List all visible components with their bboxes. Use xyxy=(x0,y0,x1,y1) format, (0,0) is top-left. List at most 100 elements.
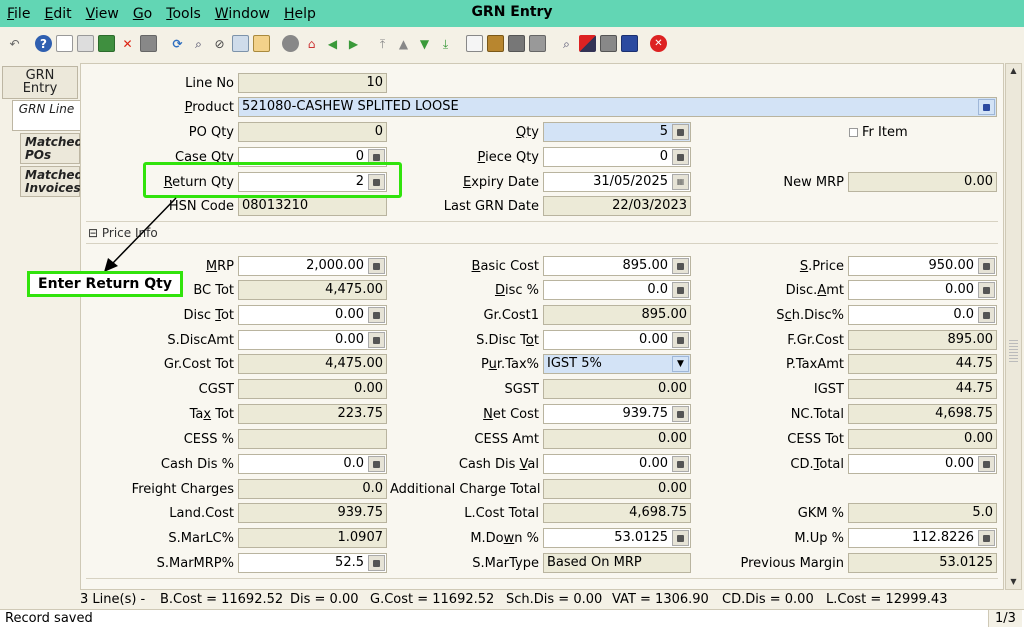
cash-dis-pct-field[interactable]: 0.0 xyxy=(238,454,387,474)
menu-view[interactable]: View xyxy=(79,6,126,22)
up-icon[interactable]: ▲ xyxy=(395,35,412,52)
sch-disc-calc-button[interactable] xyxy=(978,307,995,323)
sgst-field[interactable]: 0.00 xyxy=(543,379,691,399)
last-icon[interactable]: ⤓ xyxy=(437,35,454,52)
price-info-header[interactable]: ⊟ Price Info xyxy=(88,226,158,240)
qty-calc-button[interactable] xyxy=(672,124,689,140)
gr-cost-tot-field[interactable]: 4,475.00 xyxy=(238,354,387,374)
s-marmrp-calc-button[interactable] xyxy=(368,555,385,571)
p-tax-amt-field[interactable]: 44.75 xyxy=(848,354,997,374)
back-icon[interactable]: ◀ xyxy=(324,35,341,52)
refresh-icon[interactable]: ⟳ xyxy=(169,35,186,52)
cess-pct-field[interactable] xyxy=(238,429,387,449)
cd-total-calc-button[interactable] xyxy=(978,456,995,472)
last-grn-date-field[interactable]: 22/03/2023 xyxy=(543,196,691,216)
s-disc-tot-calc-button[interactable] xyxy=(672,332,689,348)
bc-tot-field[interactable]: 4,475.00 xyxy=(238,280,387,300)
cess-amt-field[interactable]: 0.00 xyxy=(543,429,691,449)
split-icon[interactable] xyxy=(579,35,596,52)
gr-cost1-field[interactable]: 895.00 xyxy=(543,305,691,325)
m-down-calc-button[interactable] xyxy=(672,530,689,546)
cgst-field[interactable]: 0.00 xyxy=(238,379,387,399)
menu-file[interactable]: File xyxy=(0,6,37,22)
piece-qty-calc-button[interactable] xyxy=(672,149,689,165)
net-cost-calc-button[interactable] xyxy=(672,406,689,422)
s-price-field[interactable]: 950.00 xyxy=(848,256,997,276)
pur-tax-select[interactable]: IGST 5% ▼ xyxy=(543,354,691,374)
archive-icon[interactable] xyxy=(487,35,504,52)
cash-dis-pct-calc-button[interactable] xyxy=(368,456,385,472)
tab-grn-line[interactable]: GRN Line xyxy=(12,100,80,131)
s-martype-field[interactable]: Based On MRP xyxy=(543,553,691,573)
link-icon[interactable] xyxy=(232,35,249,52)
product-lookup-button[interactable] xyxy=(978,99,995,115)
find-icon[interactable]: ⌕ xyxy=(190,35,207,52)
tax-tot-field[interactable]: 223.75 xyxy=(238,404,387,424)
cash-dis-val-field[interactable]: 0.00 xyxy=(543,454,691,474)
vertical-scrollbar[interactable]: ▲ ▼ xyxy=(1005,63,1022,590)
chevron-down-icon[interactable]: ▼ xyxy=(672,356,689,372)
qty-field[interactable]: 5 xyxy=(543,122,691,142)
disc-tot-calc-button[interactable] xyxy=(368,307,385,323)
basic-cost-calc-button[interactable] xyxy=(672,258,689,274)
disc-pct-calc-button[interactable] xyxy=(672,282,689,298)
basic-cost-field[interactable]: 895.00 xyxy=(543,256,691,276)
scroll-grip[interactable] xyxy=(1009,340,1018,364)
land-cost-field[interactable]: 939.75 xyxy=(238,503,387,523)
expiry-date-field[interactable]: 31/05/2025 ▦ xyxy=(543,172,691,192)
gkm-pct-field[interactable]: 5.0 xyxy=(848,503,997,523)
save-icon[interactable] xyxy=(98,35,115,52)
scroll-down-icon[interactable]: ▼ xyxy=(1006,575,1021,589)
book-icon[interactable] xyxy=(621,35,638,52)
printer-icon[interactable] xyxy=(508,35,525,52)
attach-icon[interactable]: ⊘ xyxy=(211,35,228,52)
disc-tot-field[interactable]: 0.00 xyxy=(238,305,387,325)
piece-qty-field[interactable]: 0 xyxy=(543,147,691,167)
tab-grn-entry[interactable]: GRN Entry xyxy=(2,66,78,99)
disc-pct-field[interactable]: 0.0 xyxy=(543,280,691,300)
close-icon[interactable]: ✕ xyxy=(650,35,667,52)
product-field[interactable]: 521080-CASHEW SPLITED LOOSE xyxy=(238,97,997,117)
undo-icon[interactable]: ↶ xyxy=(6,35,23,52)
forward-icon[interactable]: ▶ xyxy=(345,35,362,52)
printer2-icon[interactable] xyxy=(529,35,546,52)
m-down-field[interactable]: 53.0125 xyxy=(543,528,691,548)
help-icon[interactable]: ? xyxy=(35,35,52,52)
fr-item-checkbox[interactable] xyxy=(849,128,858,137)
sch-disc-field[interactable]: 0.0 xyxy=(848,305,997,325)
document-icon[interactable] xyxy=(466,35,483,52)
mrp-calc-button[interactable] xyxy=(368,258,385,274)
stack-icon[interactable] xyxy=(600,35,617,52)
freight-field[interactable]: 0.0 xyxy=(238,479,387,499)
menu-edit[interactable]: Edit xyxy=(37,6,78,22)
l-cost-total-field[interactable]: 4,698.75 xyxy=(543,503,691,523)
s-disc-amt-field[interactable]: 0.00 xyxy=(238,330,387,350)
scroll-up-icon[interactable]: ▲ xyxy=(1006,64,1021,78)
down-icon[interactable]: ▼ xyxy=(416,35,433,52)
s-disc-amt-calc-button[interactable] xyxy=(368,332,385,348)
nc-total-field[interactable]: 4,698.75 xyxy=(848,404,997,424)
igst-field[interactable]: 44.75 xyxy=(848,379,997,399)
hsn-code-field[interactable]: 08013210 xyxy=(238,196,387,216)
zoom-icon[interactable]: ⌕ xyxy=(558,35,575,52)
disc-amt-field[interactable]: 0.00 xyxy=(848,280,997,300)
f-gr-cost-field[interactable]: 895.00 xyxy=(848,330,997,350)
menu-tools[interactable]: Tools xyxy=(159,6,208,22)
cd-total-field[interactable]: 0.00 xyxy=(848,454,997,474)
print-icon[interactable] xyxy=(140,35,157,52)
line-no-field[interactable]: 10 xyxy=(238,73,387,93)
s-disc-tot-field[interactable]: 0.00 xyxy=(543,330,691,350)
menu-window[interactable]: Window xyxy=(208,6,277,22)
new-icon[interactable] xyxy=(56,35,73,52)
record-icon[interactable] xyxy=(282,35,299,52)
s-marmrp-field[interactable]: 52.5 xyxy=(238,553,387,573)
add-charge-total-field[interactable]: 0.00 xyxy=(543,479,691,499)
s-price-calc-button[interactable] xyxy=(978,258,995,274)
tab-matched-invoices[interactable]: Matched Invoices xyxy=(20,166,83,197)
report-icon[interactable] xyxy=(253,35,270,52)
m-up-field[interactable]: 112.8226 xyxy=(848,528,997,548)
mrp-field[interactable]: 2,000.00 xyxy=(238,256,387,276)
net-cost-field[interactable]: 939.75 xyxy=(543,404,691,424)
copy-icon[interactable] xyxy=(77,35,94,52)
calendar-icon[interactable]: ▦ xyxy=(672,174,689,190)
